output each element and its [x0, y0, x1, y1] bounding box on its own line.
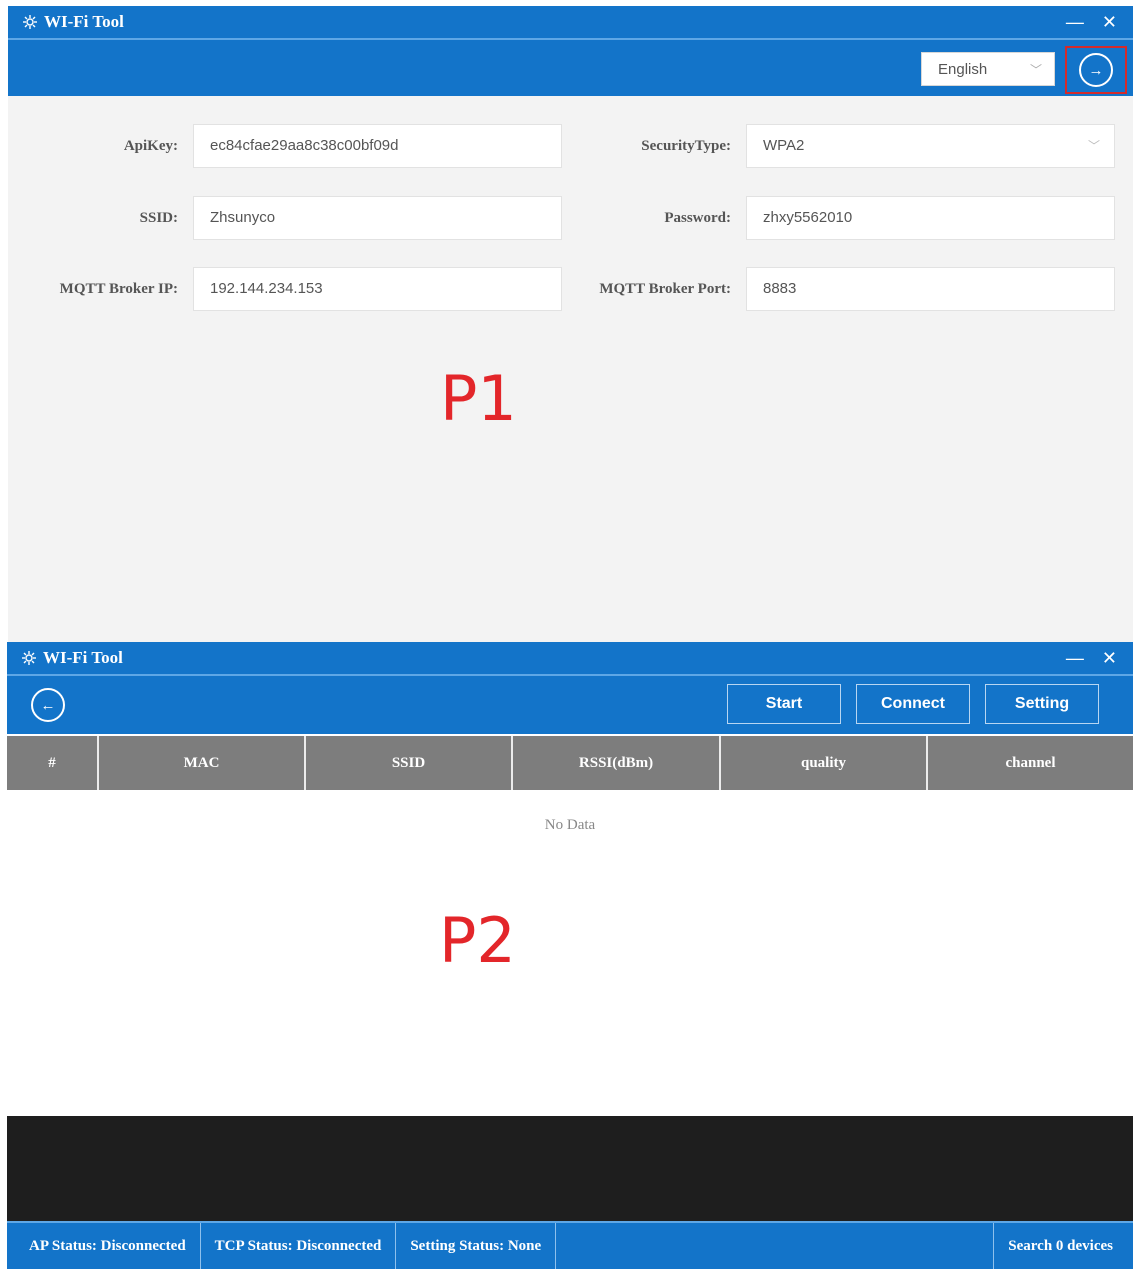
- column-header-quality[interactable]: quality: [721, 736, 928, 790]
- ssid-label: SSID:: [139, 210, 178, 226]
- title-bar[interactable]: WI-Fi Tool — ✕: [8, 6, 1133, 40]
- language-value: English: [938, 60, 988, 78]
- broker-ip-field[interactable]: 192.144.234.153: [193, 267, 562, 311]
- close-icon[interactable]: ✕: [1102, 13, 1117, 31]
- broker-port-field[interactable]: 8883: [746, 267, 1115, 311]
- toolbar: English ﹀ →: [8, 40, 1133, 96]
- column-header-rssi[interactable]: RSSI(dBm): [513, 736, 721, 790]
- table-header: # MAC SSID RSSI(dBm) quality channel: [7, 736, 1133, 790]
- column-header-ssid[interactable]: SSID: [306, 736, 513, 790]
- minimize-icon[interactable]: —: [1066, 649, 1084, 667]
- setting-button[interactable]: Setting: [985, 684, 1099, 724]
- chevron-down-icon: ﹀: [1029, 62, 1042, 77]
- arrow-left-icon: ←: [40, 696, 56, 714]
- form-row: MQTT Broker IP: 192.144.234.153 MQTT Bro…: [8, 267, 1133, 311]
- next-button[interactable]: →: [1079, 53, 1113, 87]
- highlight-box: →: [1065, 46, 1127, 94]
- column-header-mac[interactable]: MAC: [99, 736, 306, 790]
- empty-state-text: No Data: [544, 817, 596, 833]
- ssid-field[interactable]: Zhsunyco: [193, 196, 562, 240]
- broker-port-label: MQTT Broker Port:: [599, 281, 731, 297]
- page-marker: P2: [439, 904, 516, 977]
- search-status: Search 0 devices: [993, 1223, 1133, 1269]
- title-bar[interactable]: WI-Fi Tool — ✕: [7, 642, 1133, 676]
- password-label: Password:: [664, 210, 731, 226]
- close-icon[interactable]: ✕: [1102, 649, 1117, 667]
- log-console[interactable]: [7, 1116, 1133, 1221]
- setting-status: Setting Status: None: [396, 1223, 557, 1269]
- connect-button[interactable]: Connect: [856, 684, 970, 724]
- scan-window: WI-Fi Tool — ✕ ← Start Connect Setting #…: [7, 642, 1133, 1269]
- security-type-label: SecurityType:: [641, 138, 731, 154]
- toolbar: ← Start Connect Setting: [7, 676, 1133, 734]
- arrow-right-icon: →: [1088, 61, 1104, 79]
- ap-status: AP Status: Disconnected: [7, 1223, 201, 1269]
- password-field[interactable]: zhxy5562010: [746, 196, 1115, 240]
- language-select[interactable]: English ﹀: [921, 52, 1055, 86]
- window-title: WI-Fi Tool: [43, 648, 123, 667]
- chevron-down-icon: ﹀: [1087, 139, 1100, 153]
- security-type-value: WPA2: [763, 137, 805, 154]
- config-window: WI-Fi Tool — ✕ English ﹀ → ApiKey: ec84c…: [8, 6, 1133, 642]
- column-header-index[interactable]: #: [7, 736, 99, 790]
- column-header-channel[interactable]: channel: [928, 736, 1133, 790]
- page-marker: P1: [440, 362, 517, 435]
- apikey-label: ApiKey:: [123, 138, 178, 154]
- broker-ip-label: MQTT Broker IP:: [59, 281, 178, 297]
- settings-icon: [22, 651, 36, 665]
- form-row: ApiKey: ec84cfae29aa8c38c00bf09d Securit…: [8, 124, 1133, 168]
- tcp-status: TCP Status: Disconnected: [201, 1223, 397, 1269]
- back-button[interactable]: ←: [31, 688, 65, 722]
- form-row: SSID: Zhsunyco Password: zhxy5562010: [8, 196, 1133, 240]
- start-button[interactable]: Start: [727, 684, 841, 724]
- security-type-select[interactable]: WPA2 ﹀: [746, 124, 1115, 168]
- status-bar: AP Status: Disconnected TCP Status: Disc…: [7, 1221, 1133, 1269]
- window-title: WI-Fi Tool: [44, 12, 124, 31]
- apikey-field[interactable]: ec84cfae29aa8c38c00bf09d: [193, 124, 562, 168]
- minimize-icon[interactable]: —: [1066, 13, 1084, 31]
- settings-icon: [23, 15, 37, 29]
